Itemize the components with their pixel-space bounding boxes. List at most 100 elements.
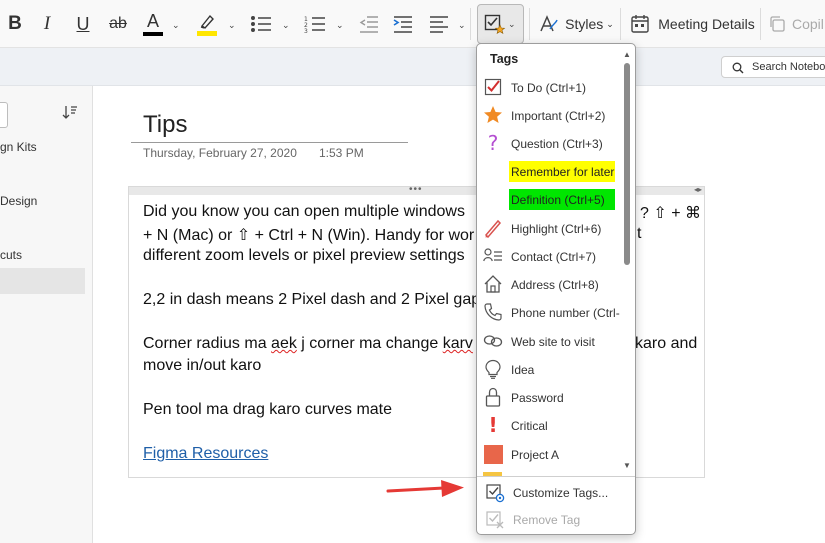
font-color-swatch [143,32,163,36]
scroll-down-arrow-icon[interactable]: ▼ [623,461,631,470]
remove-tag-icon [485,510,505,530]
note-text-line[interactable]: Pen tool ma drag karo curves mate [143,401,392,419]
chevron-down-icon[interactable]: ⌄ [458,20,466,31]
exclamation-icon: ! [488,413,498,437]
tag-item-important[interactable]: Important (Ctrl+2) [477,102,622,129]
bold-button[interactable]: B [2,6,28,42]
page-time: 1:53 PM [319,146,364,160]
note-text-line[interactable]: + N (Mac) or ⇧ + Ctrl + N (Win). Handy f… [143,225,474,245]
tag-item-remember[interactable]: Remember for later [477,158,622,185]
page-date: Thursday, February 27, 2020 [143,146,297,160]
sidebar-item[interactable]: cuts [0,248,85,262]
figma-resources-link[interactable]: Figma Resources [143,445,268,463]
note-text-line[interactable]: 2,2 in dash means 2 Pixel dash and 2 Pix… [143,291,480,309]
customize-tags-label: Customize Tags... [513,486,609,500]
star-icon [483,105,503,125]
tag-item-label: To Do (Ctrl+1) [511,81,587,95]
note-text-line-tail[interactable]: ? ⇧ + ⌘ [640,203,701,223]
numbering-button[interactable]: 123 [302,6,328,42]
tag-item-critical[interactable]: ! Critical [477,412,622,439]
align-left-icon [430,16,448,33]
tag-item-label: Phone number (Ctrl- [511,306,620,320]
copilot-label: Copil [792,16,824,32]
chevron-down-icon[interactable]: ⌄ [172,20,180,31]
question-icon: ? [487,131,499,155]
increase-indent-button[interactable] [390,6,416,42]
font-color-letter: A [146,11,159,31]
chevron-down-icon[interactable]: ⌄ [336,20,344,31]
calendar-icon [631,15,649,33]
styles-button[interactable]: Styles ⌄ [538,6,614,42]
customize-tags-button[interactable]: Customize Tags... [477,480,635,506]
tag-item-idea[interactable]: Idea [477,356,622,383]
note-text-line[interactable]: different zoom levels or pixel preview s… [143,247,465,265]
chevron-down-icon: ⌄ [606,18,614,29]
copy-icon [770,16,785,32]
note-text-segment: Corner radius ma aek j corner ma change … [143,335,473,352]
sidebar-search-field[interactable] [0,102,8,128]
note-text-line[interactable]: Did you know you can open multiple windo… [143,203,465,221]
styles-icon [540,15,558,32]
red-arrow-annotation [386,480,464,497]
page-title[interactable]: Tips [143,111,187,139]
lock-icon [483,387,503,407]
meeting-details-button[interactable]: Meeting Details [630,6,755,42]
tag-item-definition[interactable]: Definition (Ctrl+5) [477,186,622,213]
copilot-button[interactable]: Copil [768,6,825,42]
project-square-icon [483,444,503,464]
tag-button[interactable]: ⌄ [477,4,524,44]
spellcheck-word: aek [271,335,297,352]
remove-tag-button[interactable]: Remove Tag [477,507,635,533]
tag-item-contact[interactable]: Contact (Ctrl+7) [477,243,622,270]
tag-item-website[interactable]: Web site to visit [477,328,622,355]
decrease-indent-button[interactable] [356,6,382,42]
tag-item-label: Remember for later [511,165,615,179]
chevron-down-icon[interactable]: ⌄ [228,20,236,31]
tag-item-label: Highlight (Ctrl+6) [511,222,602,236]
tag-item-label: Question (Ctrl+3) [511,137,603,151]
search-box[interactable]: Search Notebook [721,56,825,78]
tag-item-address[interactable]: Address (Ctrl+8) [477,271,622,298]
highlighter-icon [200,14,214,29]
highlight-button[interactable] [194,6,220,42]
resize-arrows-icon[interactable]: ◂▸ [694,185,702,194]
tag-item-label: Address (Ctrl+8) [511,278,599,292]
tag-item-password[interactable]: Password [477,384,622,411]
bullets-button[interactable] [248,6,274,42]
sidebar-item-selected[interactable] [0,268,85,294]
strikethrough-button[interactable]: ab [104,6,132,42]
toolbar-divider [760,8,761,40]
tag-item-todo[interactable]: To Do (Ctrl+1) [477,74,622,101]
sidebar-item[interactable]: gn Kits [0,140,85,154]
note-text-line[interactable]: Corner radius ma aek j corner ma change … [143,335,473,353]
scroll-up-arrow-icon[interactable]: ▲ [623,50,631,59]
menu-divider [477,476,635,477]
ribbon-toolbar: B I U ab A ⌄ ⌄ ⌄ 123 ⌄ ⌄ ⌄ Styles ⌄ Meet… [0,0,825,48]
font-color-button[interactable]: A [140,6,166,42]
tag-item-label: Important (Ctrl+2) [511,109,606,123]
tags-scrollbar[interactable]: ▲ ▼ [620,46,634,476]
note-text-line-tail[interactable]: t [637,225,641,243]
tag-item-highlight[interactable]: Highlight (Ctrl+6) [477,215,622,242]
toolbar-divider [470,8,471,40]
align-button[interactable] [426,6,452,42]
sidebar-item[interactable]: Design [0,194,85,208]
link-icon [483,331,503,351]
sort-icon[interactable] [62,104,78,120]
note-text-line[interactable]: move in/out karo [143,357,261,375]
tag-item-label: Project A [511,448,560,462]
remove-tag-label: Remove Tag [513,513,581,527]
scrollbar-thumb[interactable] [624,63,630,265]
tag-item-label: Password [511,391,564,405]
italic-button[interactable]: I [34,6,60,42]
chevron-down-icon[interactable]: ⌄ [282,20,290,31]
drag-handle-icon[interactable]: ••• [409,184,423,195]
bullet-list-icon [251,16,271,32]
tag-item-question[interactable]: ? Question (Ctrl+3) [477,130,622,157]
tag-item-project-a[interactable]: Project A [477,441,622,468]
note-text-line-tail[interactable]: karo and [635,335,697,353]
tags-dropdown: Tags To Do (Ctrl+1) Important (Ctrl+2) ?… [476,43,636,535]
search-placeholder: Search Notebook [752,61,825,73]
tag-item-phone[interactable]: Phone number (Ctrl- [477,299,622,326]
underline-button[interactable]: U [70,6,96,42]
